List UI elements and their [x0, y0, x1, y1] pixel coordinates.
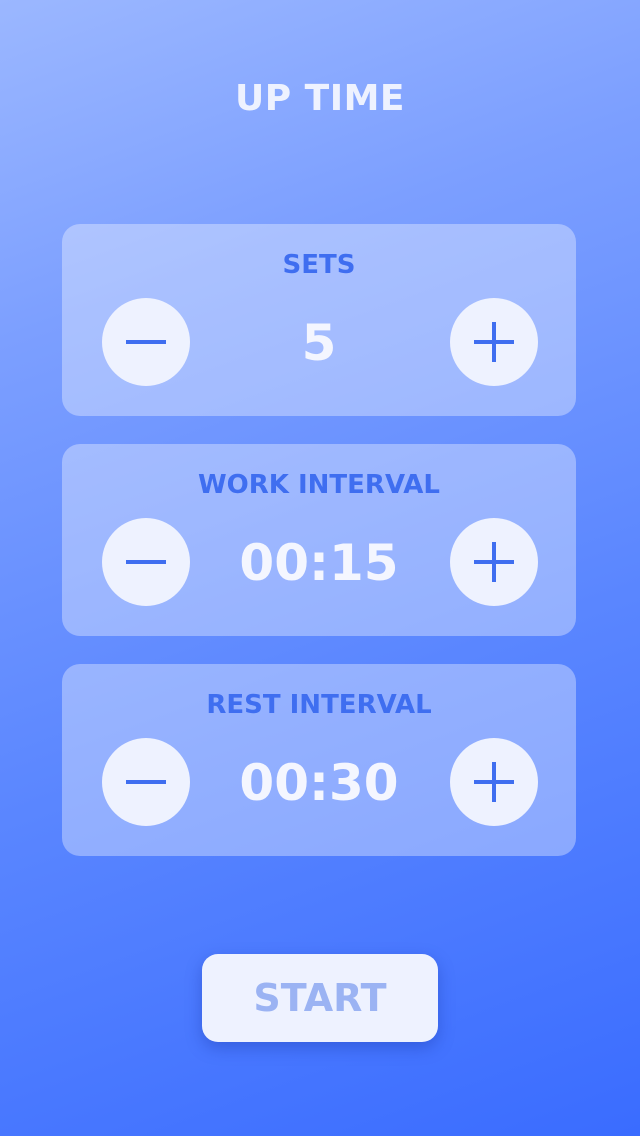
sets-increment-button[interactable] [450, 298, 538, 386]
plus-icon [474, 322, 514, 362]
work-interval-card: WORK INTERVAL 00:15 [62, 444, 576, 636]
start-button[interactable]: START [202, 954, 438, 1042]
rest-interval-value: 00:30 [239, 754, 399, 812]
plus-icon [474, 542, 514, 582]
work-interval-label: WORK INTERVAL [198, 470, 440, 500]
minus-icon [126, 340, 166, 344]
sets-value: 5 [301, 314, 337, 372]
sets-card: SETS 5 [62, 224, 576, 416]
plus-icon [474, 762, 514, 802]
rest-interval-card: REST INTERVAL 00:30 [62, 664, 576, 856]
app-title: UP TIME [234, 78, 406, 119]
sets-label: SETS [282, 250, 356, 280]
rest-interval-increment-button[interactable] [450, 738, 538, 826]
rest-interval-decrement-button[interactable] [102, 738, 190, 826]
work-interval-decrement-button[interactable] [102, 518, 190, 606]
sets-decrement-button[interactable] [102, 298, 190, 386]
work-interval-value: 00:15 [239, 534, 399, 592]
work-interval-increment-button[interactable] [450, 518, 538, 606]
rest-interval-label: REST INTERVAL [206, 690, 432, 720]
minus-icon [126, 560, 166, 564]
minus-icon [126, 780, 166, 784]
